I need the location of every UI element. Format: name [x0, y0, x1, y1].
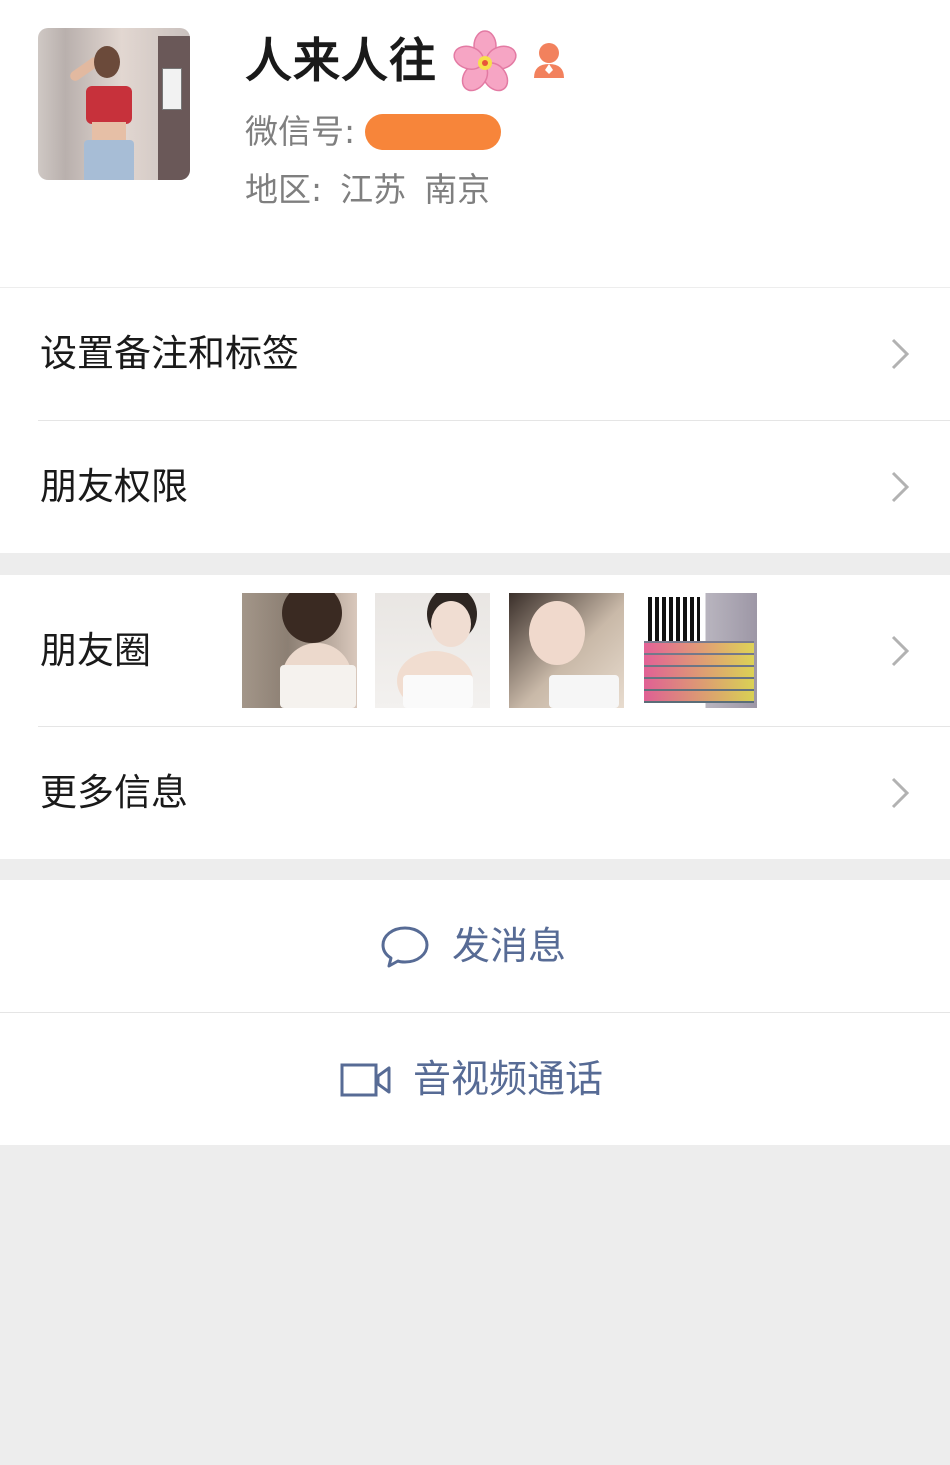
- moments-thumbnail[interactable]: [509, 593, 624, 708]
- chat-bubble-icon: [381, 926, 429, 968]
- video-camera-icon: [340, 1063, 391, 1097]
- female-icon: [534, 43, 564, 78]
- cherry-blossom-icon: [453, 30, 517, 92]
- more-info-row[interactable]: 更多信息: [0, 727, 950, 859]
- video-call-button[interactable]: 音视频通话: [0, 1013, 950, 1145]
- video-call-label: 音视频通话: [413, 1057, 604, 1101]
- profile-name: 人来人往: [245, 34, 437, 89]
- profile-card: 人来人往 微信号: 地区: 江苏 南京: [0, 0, 950, 287]
- friend-permissions-row[interactable]: 朋友权限: [0, 421, 950, 553]
- moments-thumbnail[interactable]: [642, 593, 757, 708]
- chevron-right-icon: [891, 338, 910, 370]
- settings-section: 设置备注和标签 朋友权限: [0, 288, 950, 553]
- actions-section: 发消息 音视频通话: [0, 880, 950, 1145]
- chevron-right-icon: [891, 471, 910, 503]
- chevron-right-icon: [891, 635, 910, 667]
- chevron-right-icon: [891, 777, 910, 809]
- send-message-button[interactable]: 发消息: [0, 880, 950, 1012]
- send-message-label: 发消息: [452, 924, 567, 968]
- moments-row[interactable]: 朋友圈: [0, 575, 950, 727]
- more-info-label: 更多信息: [40, 771, 188, 814]
- moments-thumbnail[interactable]: [242, 593, 357, 708]
- moments-thumbnail[interactable]: [375, 593, 490, 708]
- region-city: 南京: [424, 170, 491, 209]
- region: 地区: 江苏 南京: [245, 168, 508, 212]
- set-remark-tags-label: 设置备注和标签: [40, 332, 299, 375]
- region-province: 江苏: [340, 170, 407, 209]
- friend-permissions-label: 朋友权限: [40, 465, 188, 508]
- avatar[interactable]: [38, 28, 190, 180]
- moments-section: 朋友圈 更多信息: [0, 575, 950, 859]
- wechat-id-label: 微信号:: [245, 112, 356, 151]
- region-label: 地区:: [245, 170, 323, 209]
- qr-code-icon: [648, 597, 700, 641]
- moments-label: 朋友圈: [40, 629, 151, 672]
- wechat-id-redacted: [365, 114, 501, 150]
- set-remark-tags-row[interactable]: 设置备注和标签: [0, 288, 950, 420]
